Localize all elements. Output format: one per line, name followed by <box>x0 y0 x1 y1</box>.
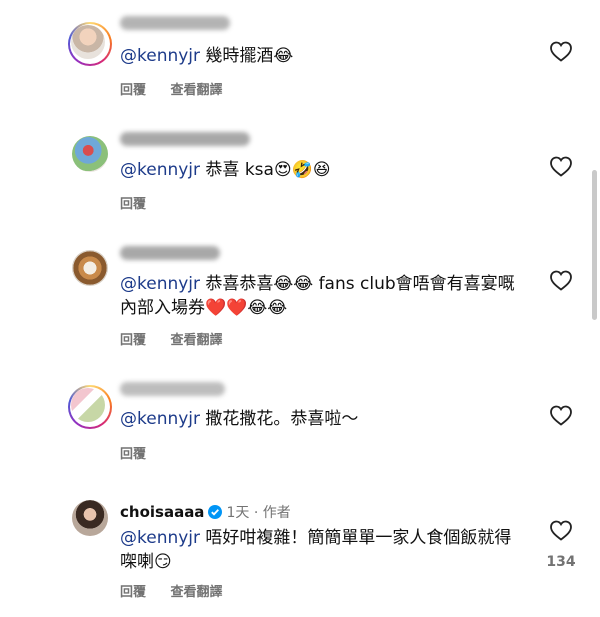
comment-actions: 回覆 查看翻譯 <box>120 79 243 98</box>
scrollbar[interactable] <box>592 170 597 320</box>
comment-actions: 回覆 查看翻譯 <box>120 581 243 600</box>
separator: · <box>253 505 259 521</box>
see-translation-button[interactable]: 查看翻譯 <box>171 333 223 348</box>
like-button[interactable] <box>549 155 573 177</box>
mention-link[interactable]: @kennyjr <box>120 160 200 180</box>
like-button[interactable] <box>549 269 573 291</box>
reply-button[interactable]: 回覆 <box>120 585 146 600</box>
see-translation-button[interactable]: 查看翻譯 <box>171 83 223 98</box>
comment-time: 1天 <box>226 505 250 521</box>
comment-text: @kennyjr 幾時擺酒😂 <box>120 46 294 66</box>
mention-link[interactable]: @kennyjr <box>120 528 200 548</box>
heart-outline-icon <box>550 520 572 541</box>
see-translation-button[interactable]: 查看翻譯 <box>171 585 223 600</box>
avatar[interactable] <box>68 22 112 66</box>
blurred-username <box>120 132 250 146</box>
reply-button[interactable]: 回覆 <box>120 447 146 462</box>
like-button[interactable] <box>549 40 573 62</box>
blurred-username <box>120 246 220 260</box>
mention-link[interactable]: @kennyjr <box>120 46 200 66</box>
avatar[interactable] <box>72 500 108 536</box>
comment-text: @kennyjr 恭喜 ksa😍🤣😆 <box>120 160 331 180</box>
mention-link[interactable]: @kennyjr <box>120 274 200 294</box>
reply-button[interactable]: 回覆 <box>120 333 146 348</box>
avatar[interactable] <box>68 385 112 429</box>
comment-text: @kennyjr 恭喜恭喜😂😂 fans club會唔會有喜宴嘅內部入場券❤️❤… <box>120 274 515 318</box>
author-tag: 作者 <box>262 505 291 521</box>
heart-outline-icon <box>550 156 572 177</box>
avatar[interactable] <box>72 250 108 286</box>
like-button[interactable] <box>549 519 573 541</box>
heart-outline-icon <box>550 41 572 62</box>
comment-actions: 回覆 <box>120 193 166 212</box>
reply-button[interactable]: 回覆 <box>120 197 146 212</box>
comment-header: choisaaaa 1天 · 作者 <box>120 502 291 523</box>
comment-text: @kennyjr 撒花撒花。恭喜啦～ <box>120 409 359 429</box>
comment-text: @kennyjr 唔好咁複雜！簡簡單單一家人食個飯就得㗎喇😏 <box>120 528 512 572</box>
username[interactable]: choisaaaa <box>120 503 204 521</box>
avatar[interactable] <box>72 136 108 172</box>
reply-button[interactable]: 回覆 <box>120 83 146 98</box>
comment-actions: 回覆 查看翻譯 <box>120 329 243 348</box>
mention-link[interactable]: @kennyjr <box>120 409 200 429</box>
verified-badge-icon <box>208 505 223 523</box>
heart-outline-icon <box>550 270 572 291</box>
blurred-username <box>120 16 230 30</box>
heart-outline-icon <box>550 405 572 426</box>
like-button[interactable] <box>549 404 573 426</box>
like-count: 134 <box>546 554 576 570</box>
blurred-username <box>120 382 225 396</box>
comment-actions: 回覆 <box>120 443 166 462</box>
